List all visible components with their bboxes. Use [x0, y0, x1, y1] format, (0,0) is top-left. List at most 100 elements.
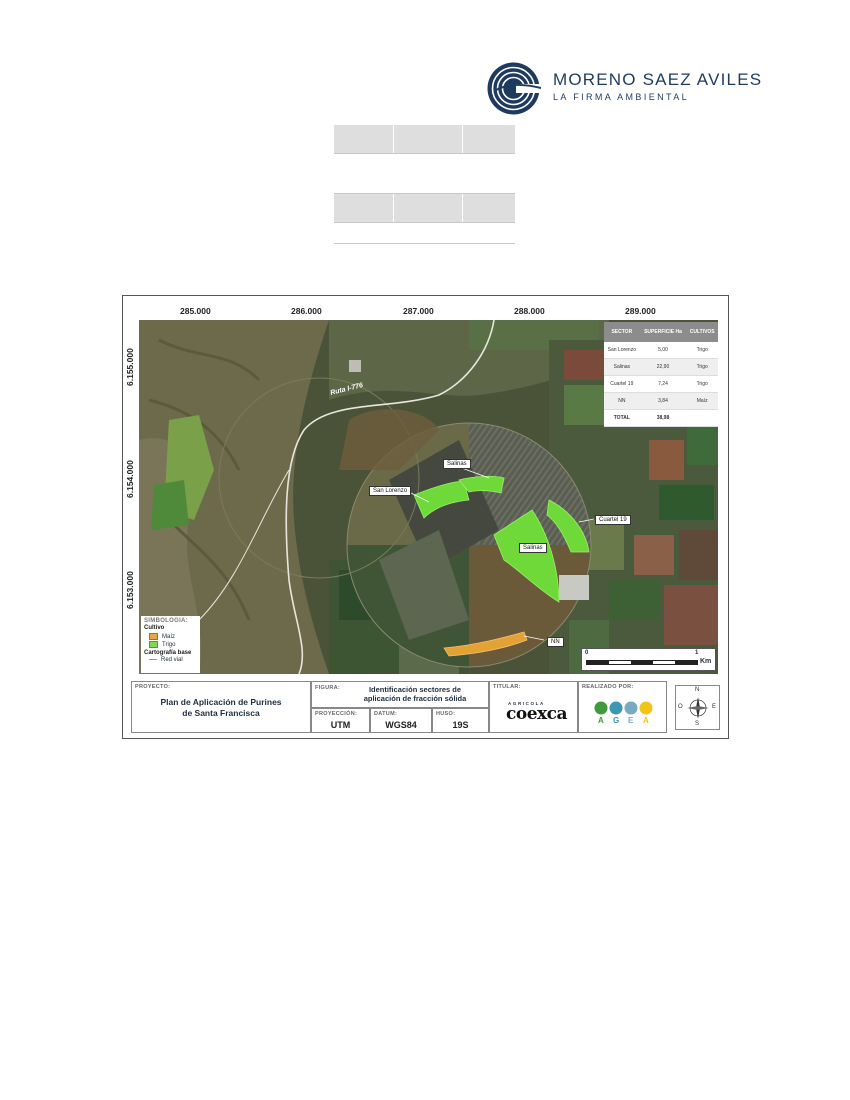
title-block-datum: DATUM: WGS84 — [370, 708, 432, 733]
realizado-caption: REALIZADO POR: — [582, 684, 634, 690]
x-tick-label: 289.000 — [625, 306, 656, 316]
x-tick-label: 288.000 — [514, 306, 545, 316]
empty-table-divider — [462, 194, 463, 222]
proyeccion-caption: PROYECCIÓN: — [315, 711, 358, 717]
proyecto-line: de Santa Francisca — [182, 708, 260, 718]
titular-caption: TITULAR: — [493, 684, 521, 690]
proyecto-caption: PROYECTO: — [135, 684, 171, 690]
table-cell: 38,98 — [639, 409, 687, 427]
sector-label-cuartel-19: Cuartel 19 — [595, 515, 631, 525]
table-cell: Salinas — [604, 358, 640, 376]
legend-item-maiz: Maíz — [144, 632, 197, 641]
table-cell — [686, 409, 718, 427]
figura-line: Identificación sectores de — [368, 685, 462, 694]
maiz-swatch — [149, 632, 158, 640]
table-header: CULTIVOS — [686, 322, 718, 342]
x-tick-label: 287.000 — [403, 306, 434, 316]
legend-item-trigo: Trigo — [144, 641, 197, 649]
titular-logo: coexca — [506, 704, 568, 724]
table-total-row: TOTAL 38,98 — [604, 409, 718, 427]
table-cell: Trigo — [686, 375, 718, 393]
table-cell: Trigo — [686, 358, 718, 376]
table-cell: 5,00 — [639, 342, 687, 359]
agea-letter: A — [598, 716, 604, 725]
y-tick-label: 6.153.000 — [125, 571, 135, 609]
y-tick-label: 6.155.000 — [125, 348, 135, 386]
agea-letter: E — [628, 716, 634, 725]
table-cell: San Lorenzo — [604, 342, 640, 359]
compass-o: O — [678, 704, 683, 710]
proyecto-title: Plan de Aplicación de Purines de Santa F… — [132, 697, 310, 719]
table-cell: 3,84 — [639, 392, 687, 410]
datum-caption: DATUM: — [374, 711, 398, 717]
x-tick-label: 285.000 — [180, 306, 211, 316]
trigo-swatch — [149, 641, 158, 649]
y-tick-label: 6.154.000 — [125, 460, 135, 498]
table-cell: NN — [604, 392, 640, 410]
empty-table-rule — [334, 153, 515, 154]
title-block-proyeccion: PROYECCIÓN: UTM — [311, 708, 370, 733]
map-legend: SIMBOLOGIA: Cultivo Maíz Trigo Cartograf… — [141, 616, 200, 673]
compass-n: N — [695, 687, 700, 693]
empty-table-header-2 — [334, 194, 515, 222]
compass-e: E — [712, 704, 717, 710]
empty-table-rule — [334, 222, 515, 223]
empty-table-divider — [393, 125, 394, 153]
proyecto-line: Plan de Aplicación de Purines — [160, 697, 282, 707]
datum-value: WGS84 — [385, 720, 417, 730]
table-cell: Cuartel 19 — [604, 375, 640, 393]
legend-title: SIMBOLOGIA: — [144, 618, 188, 624]
sector-label-salinas: Salinas — [443, 459, 471, 469]
figura-line: aplicación de fracción sólida — [363, 694, 467, 703]
legend-group-cultivo: Cultivo — [144, 625, 165, 632]
company-tagline: LA FIRMA AMBIENTAL — [553, 92, 690, 102]
scale-start: 0 — [585, 650, 589, 656]
table-cell: Maíz — [686, 392, 718, 410]
table-header: SECTOR — [604, 322, 640, 342]
scale-unit: Km — [700, 658, 712, 665]
agea-letter: A — [643, 716, 649, 725]
legend-item-road: Red vial — [144, 657, 197, 664]
table-cell: TOTAL — [604, 409, 640, 427]
company-name: MORENO SAEZ AVILES — [553, 70, 763, 89]
agea-letter: G — [613, 716, 620, 725]
legend-label: Trigo — [162, 642, 176, 649]
figura-title: Identificación sectores de aplicación de… — [342, 685, 488, 703]
compass-rose: N S O E — [675, 685, 720, 730]
figura-caption: FIGURA: — [315, 685, 341, 691]
sector-summary-table: SECTOR SUPERFICIE Ha CULTIVOS San Lorenz… — [604, 322, 718, 427]
table-cell: Trigo — [686, 342, 718, 359]
scale-end: 1 — [695, 650, 699, 656]
company-logo-icon — [486, 61, 542, 116]
huso-value: 19S — [452, 720, 469, 730]
x-tick-label: 286.000 — [291, 306, 322, 316]
empty-table-header-1 — [334, 125, 515, 153]
table-cell: 7,24 — [639, 375, 687, 393]
empty-table-rule — [334, 243, 515, 244]
title-block-realizado: REALIZADO POR: A G E A — [578, 681, 667, 733]
compass-s: S — [695, 721, 700, 727]
title-block-huso: HUSO: 19S — [432, 708, 489, 733]
table-row: Salinas 22,90 Trigo — [604, 358, 718, 376]
scale-bar: 0 1 Km — [581, 648, 716, 671]
table-row: San Lorenzo 5,00 Trigo — [604, 342, 718, 359]
scale-ruler — [586, 660, 698, 665]
huso-caption: HUSO: — [436, 711, 456, 717]
table-header: SUPERFICIE Ha — [639, 322, 687, 342]
legend-label: Red vial — [161, 657, 183, 664]
title-block-titular: TITULAR: AGRICOLA coexca — [489, 681, 578, 733]
empty-table-divider — [462, 125, 463, 153]
proyeccion-value: UTM — [330, 720, 351, 730]
empty-table-divider — [393, 194, 394, 222]
sector-label-salinas: Salinas — [519, 543, 547, 553]
table-cell: 22,90 — [639, 358, 687, 376]
compass-icon — [687, 697, 709, 719]
road-swatch — [149, 659, 157, 661]
title-block-proyecto: PROYECTO: Plan de Aplicación de Purines … — [131, 681, 311, 733]
sector-label-nn: NN — [547, 637, 564, 647]
table-row: NN 3,84 Maíz — [604, 392, 718, 410]
legend-group-cartografia: Cartografía base — [144, 649, 192, 656]
sector-label-san-lorenzo: San Lorenzo — [369, 486, 412, 496]
table-row: Cuartel 19 7,24 Trigo — [604, 375, 718, 393]
title-block-figura: FIGURA: Identificación sectores de aplic… — [311, 681, 489, 708]
